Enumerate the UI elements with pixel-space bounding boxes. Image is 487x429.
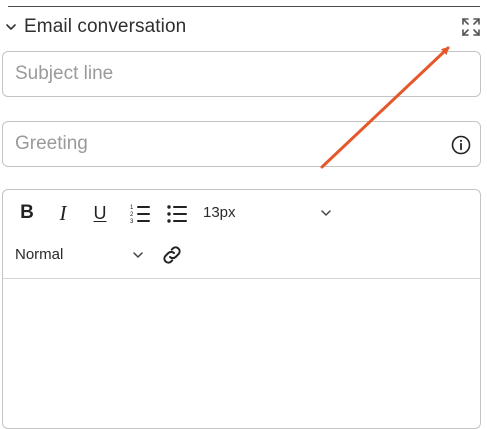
chevron-down-icon: [321, 210, 331, 216]
paragraph-style-select[interactable]: Normal: [15, 243, 150, 267]
svg-text:1: 1: [130, 205, 134, 211]
info-icon[interactable]: [450, 134, 472, 156]
subject-input[interactable]: [15, 52, 435, 96]
svg-text:3: 3: [130, 219, 134, 225]
chevron-down-icon: [6, 24, 16, 30]
top-divider: [8, 6, 480, 7]
svg-text:2: 2: [130, 212, 134, 218]
underline-button[interactable]: U: [88, 201, 112, 225]
paragraph-style-value: Normal: [15, 246, 64, 263]
subject-field[interactable]: [2, 51, 481, 97]
editor-toolbar: B I U 1 2 3 13px Normal: [3, 190, 480, 279]
link-icon[interactable]: [160, 243, 184, 267]
ordered-list-icon[interactable]: 1 2 3: [128, 201, 152, 225]
bold-button[interactable]: B: [15, 201, 39, 225]
email-conversation-section-toggle[interactable]: Email conversation: [4, 14, 186, 40]
chevron-down-icon: [133, 252, 143, 258]
rich-text-editor: B I U 1 2 3 13px Normal: [2, 189, 481, 429]
editor-content-area[interactable]: [3, 279, 480, 429]
bullet-list-icon[interactable]: [165, 201, 189, 225]
greeting-field[interactable]: [2, 121, 481, 167]
italic-button[interactable]: I: [51, 201, 75, 225]
font-size-select[interactable]: 13px: [203, 201, 338, 225]
greeting-input[interactable]: [15, 122, 435, 166]
expand-icon[interactable]: [460, 16, 482, 38]
font-size-value: 13px: [203, 204, 236, 221]
section-title: Email conversation: [24, 16, 187, 37]
